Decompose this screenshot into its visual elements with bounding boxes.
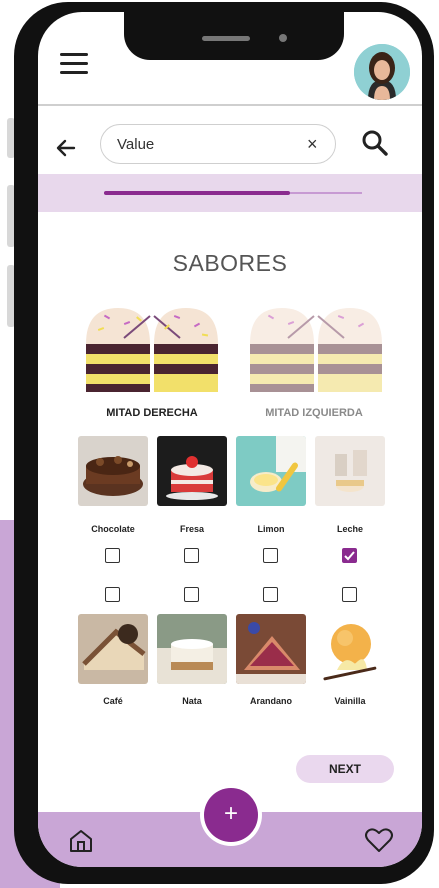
checkbox-chocolate[interactable]: [105, 548, 120, 563]
clear-icon[interactable]: ×: [307, 134, 318, 154]
flavor-label-chocolate: Chocolate: [91, 524, 135, 534]
progress-band: [38, 174, 422, 212]
milk-cake-photo[interactable]: [315, 436, 385, 506]
vanilla-icecream-photo[interactable]: [315, 614, 385, 684]
hamburger-menu-icon[interactable]: [60, 53, 88, 75]
user-avatar-image: [354, 44, 410, 100]
magnifier-icon[interactable]: [360, 128, 390, 158]
flavor-label-vainilla: Vainilla: [334, 696, 366, 706]
chocolate-cake-photo[interactable]: [78, 436, 148, 506]
flavor-label-fresa: Fresa: [179, 524, 205, 534]
half-label-right[interactable]: MITAD DERECHA: [72, 407, 232, 419]
cake-right-half-option[interactable]: [84, 302, 220, 394]
search-input[interactable]: [117, 133, 287, 155]
checkbox-cafe[interactable]: [105, 587, 120, 602]
add-button[interactable]: +: [204, 788, 258, 842]
checkbox-vainilla[interactable]: [342, 587, 357, 602]
flavor-label-arandano: Arandano: [249, 696, 292, 706]
checkbox-arandano[interactable]: [263, 587, 278, 602]
cream-cake-photo[interactable]: [157, 614, 227, 684]
checkbox-nata[interactable]: [184, 587, 199, 602]
checkbox-leche[interactable]: [342, 548, 357, 563]
page-title: SABORES: [172, 250, 288, 276]
app-screen: × SABORES: [38, 12, 422, 867]
search-box: ×: [100, 124, 336, 164]
blueberry-pie-photo[interactable]: [236, 614, 306, 684]
flavor-label-cafe: Café: [103, 696, 123, 706]
heart-icon[interactable]: [364, 826, 394, 854]
arrow-left-icon[interactable]: [54, 136, 78, 160]
flavor-label-limon: Limon: [257, 524, 285, 534]
flavor-label-leche: Leche: [336, 524, 363, 534]
checkmark-icon: [344, 551, 355, 561]
coffee-cake-photo[interactable]: [78, 614, 148, 684]
strawberry-cake-photo[interactable]: [157, 436, 227, 506]
half-label-left[interactable]: MITAD IZQUIERDA: [234, 407, 394, 419]
progress-fill: [104, 191, 290, 195]
avatar[interactable]: [354, 44, 410, 100]
home-icon[interactable]: [68, 828, 94, 854]
phone-notch: [124, 12, 344, 60]
next-button[interactable]: NEXT: [296, 755, 394, 783]
checkbox-limon[interactable]: [263, 548, 278, 563]
progress-track: [104, 191, 362, 195]
checkbox-fresa[interactable]: [184, 548, 199, 563]
lemon-cake-photo[interactable]: [236, 436, 306, 506]
cake-left-half-option[interactable]: [248, 302, 384, 394]
flavor-label-nata: Nata: [182, 696, 202, 706]
